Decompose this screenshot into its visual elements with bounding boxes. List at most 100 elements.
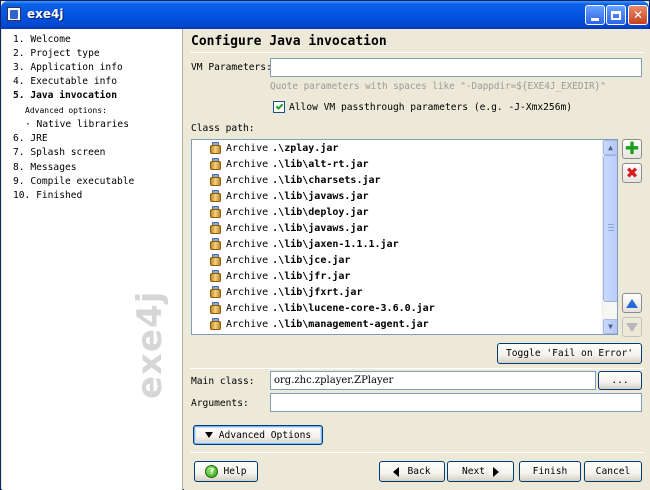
entry-type: Archive: [226, 222, 269, 234]
step-finished[interactable]: 10. Finished: [13, 190, 82, 201]
back-button[interactable]: Back: [379, 461, 445, 482]
help-button[interactable]: ? Help: [194, 461, 258, 482]
close-icon: ✕: [632, 8, 644, 22]
entry-path: .\zplay.jar: [272, 142, 339, 154]
next-label: Next: [461, 466, 486, 477]
finish-label: Finish: [532, 466, 568, 477]
toggle-fail-on-error-button[interactable]: Toggle 'Fail on Error': [497, 343, 642, 364]
move-up-button[interactable]: [622, 293, 642, 313]
maximize-icon: [611, 10, 621, 20]
browse-main-class-button[interactable]: ...: [598, 371, 642, 390]
class-path-entry[interactable]: Archive .\lib\jaxen-1.1.1.jar: [210, 236, 399, 252]
class-path-entry[interactable]: Archive .\lib\management-agent.jar: [210, 316, 429, 332]
entry-path: .\lib\javaws.jar: [272, 190, 369, 202]
jar-archive-icon: [210, 206, 221, 218]
jar-archive-icon: [210, 238, 221, 250]
add-classpath-entry-button[interactable]: ✚: [622, 139, 642, 159]
jar-archive-icon: [210, 158, 221, 170]
wizard-steps-sidebar: 1. Welcome 2. Project type 3. Applicatio…: [2, 29, 183, 490]
remove-classpath-entry-button[interactable]: ✖: [622, 163, 642, 183]
maximize-button[interactable]: [606, 5, 626, 25]
step-executable-info[interactable]: 4. Executable info: [13, 76, 117, 87]
scroll-down-button[interactable]: ▼: [603, 319, 617, 334]
class-path-list[interactable]: Archive .\zplay.jar Archive .\lib\alt-rt.ja…: [191, 139, 618, 335]
step-project-type[interactable]: 2. Project type: [13, 48, 100, 59]
class-path-entry[interactable]: Archive .\lib\deploy.jar: [210, 204, 368, 220]
section-divider: [190, 368, 644, 369]
main-class-input[interactable]: org.zhc.zplayer.ZPlayer: [270, 371, 596, 390]
step-native-libraries[interactable]: · Native libraries: [25, 119, 129, 130]
page-title: Configure Java invocation: [191, 34, 387, 49]
entry-path: .\lib\javaws.jar: [272, 222, 369, 234]
advanced-options-label: Advanced Options: [218, 429, 312, 441]
scroll-up-button[interactable]: ▲: [603, 140, 617, 155]
entry-type: Archive: [226, 286, 269, 298]
triangle-down-icon: [204, 432, 213, 438]
scroll-down-icon: ▼: [608, 322, 613, 331]
class-path-entry[interactable]: Archive .\lib\alt-rt.jar: [210, 156, 368, 172]
entry-path: .\lib\jce.jar: [272, 254, 351, 266]
next-button[interactable]: Next: [447, 461, 514, 482]
toggle-fail-on-error-label: Toggle 'Fail on Error': [505, 348, 634, 359]
help-icon: ?: [205, 465, 219, 478]
class-path-entry[interactable]: Archive .\lib\charsets.jar: [210, 172, 381, 188]
entry-path: .\lib\jfxrt.jar: [272, 286, 363, 298]
arguments-input[interactable]: [270, 393, 642, 412]
entry-type: Archive: [226, 158, 269, 170]
main-panel: Configure Java invocation VM Parameters:…: [184, 29, 650, 490]
step-messages[interactable]: 8. Messages: [13, 162, 77, 173]
minimize-icon: [591, 17, 599, 21]
main-class-label: Main class:: [191, 376, 255, 387]
passthrough-label[interactable]: Allow VM passthrough parameters (e.g. -J…: [289, 102, 572, 113]
class-path-entry[interactable]: Archive .\lib\jfr.jar: [210, 268, 350, 284]
entry-type: Archive: [226, 174, 269, 186]
class-path-entry[interactable]: Archive .\zplay.jar: [210, 140, 338, 156]
step-java-invocation[interactable]: 5. Java invocation: [13, 90, 117, 101]
class-path-entry[interactable]: Archive .\lib\jce.jar: [210, 252, 350, 268]
move-up-icon: [626, 298, 638, 308]
class-path-entry[interactable]: Archive .\lib\javaws.jar: [210, 188, 368, 204]
exe4j-app-icon[interactable]: [7, 7, 21, 21]
jar-archive-icon: [210, 270, 221, 282]
help-label: Help: [223, 466, 247, 477]
advanced-options-heading: Advanced options:: [25, 106, 107, 115]
passthrough-checkbox[interactable]: [273, 101, 285, 113]
entry-path: .\lib\management-agent.jar: [272, 318, 429, 330]
entry-type: Archive: [226, 206, 269, 218]
finish-button[interactable]: Finish: [519, 461, 581, 482]
footer-divider: [190, 452, 644, 453]
class-path-entry[interactable]: Archive .\lib\lucene-core-3.6.0.jar: [210, 300, 435, 316]
cancel-button[interactable]: Cancel: [584, 461, 642, 482]
step-splash-screen[interactable]: 7. Splash screen: [13, 147, 105, 158]
minimize-button[interactable]: [585, 5, 605, 25]
arguments-label: Arguments:: [191, 398, 249, 409]
vm-parameters-label: VM Parameters:: [191, 62, 272, 73]
step-application-info[interactable]: 3. Application info: [13, 62, 123, 73]
title-bar[interactable]: exe4j ✕: [1, 1, 649, 29]
checkmark-icon: [275, 102, 283, 110]
step-welcome[interactable]: 1. Welcome: [13, 34, 71, 45]
vm-parameters-input[interactable]: [270, 58, 642, 77]
scroll-thumb[interactable]: [603, 155, 617, 302]
jar-archive-icon: [210, 190, 221, 202]
class-path-scrollbar[interactable]: ▲ ▼: [602, 140, 617, 334]
jar-archive-icon: [210, 222, 221, 234]
jar-archive-icon: [210, 286, 221, 298]
back-arrow-icon: [393, 466, 400, 477]
entry-type: Archive: [226, 270, 269, 282]
app-window: exe4j ✕ 1. Welcome 2. Project type 3. Ap…: [0, 0, 650, 490]
exe4j-watermark-logo: exe4j: [130, 290, 170, 399]
class-path-label: Class path:: [191, 123, 255, 134]
close-button[interactable]: ✕: [628, 5, 648, 25]
advanced-options-button[interactable]: Advanced Options: [193, 425, 323, 445]
jar-archive-icon: [210, 254, 221, 266]
browse-label: ...: [611, 375, 629, 386]
class-path-entry[interactable]: Archive .\lib\jfxrt.jar: [210, 284, 362, 300]
move-down-button[interactable]: [622, 317, 642, 337]
step-compile-executable[interactable]: 9. Compile executable: [13, 176, 134, 187]
plus-icon: ✚: [624, 138, 640, 159]
entry-type: Archive: [226, 190, 269, 202]
class-path-entry[interactable]: Archive .\lib\javaws.jar: [210, 220, 368, 236]
step-jre[interactable]: 6. JRE: [13, 133, 48, 144]
title-divider: [190, 52, 644, 53]
